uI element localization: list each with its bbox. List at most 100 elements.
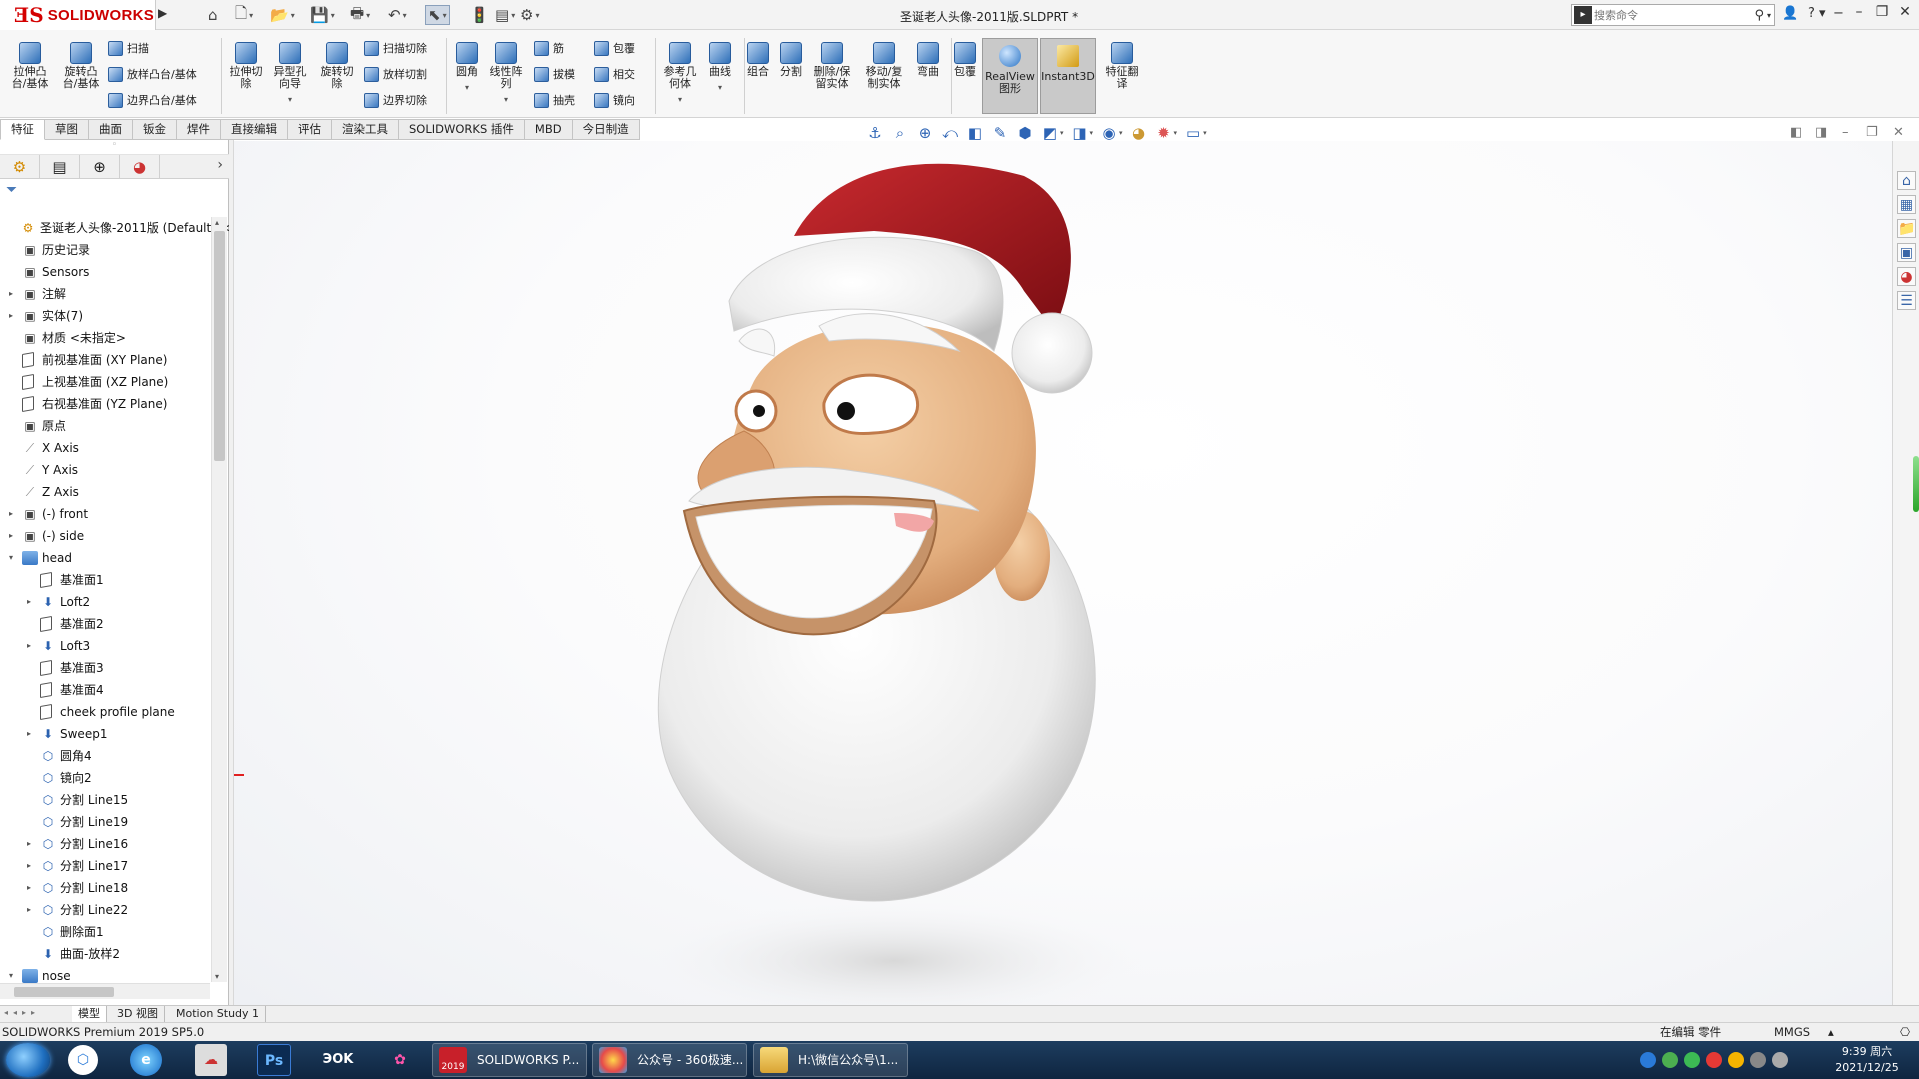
tree-node[interactable]: 基准面4 [0,679,210,701]
tree-node[interactable]: ▸ ▣ (-) side [0,525,210,547]
tree-node[interactable]: 基准面1 [0,569,210,591]
tab-5[interactable]: 直接编辑 [221,119,288,140]
taskbar-clock[interactable]: 9:39 周六 2021/12/25 [1822,1044,1912,1076]
tree-node[interactable]: ▣ Sensors [0,261,210,283]
tree-node[interactable]: ▸ ⬇ Loft3 [0,635,210,657]
scroll-up-icon[interactable]: ▴ [215,218,219,227]
view-settings-icon[interactable]: ✹ [1155,124,1173,142]
expand-toggle-icon[interactable]: ▸ [24,855,34,877]
tray-k-icon[interactable] [1640,1052,1656,1068]
chevron-down-icon[interactable]: ▾ [1767,11,1771,20]
pin-icon[interactable]: − [1833,6,1844,21]
view-palette-icon[interactable]: ▣ [1897,243,1916,262]
view-orientation-icon[interactable]: ⚓ [866,124,884,142]
tree-node[interactable]: 基准面3 [0,657,210,679]
custom-properties-icon[interactable]: ☰ [1897,291,1916,310]
tree-node[interactable]: 右视基准面 (YZ Plane) [0,393,210,415]
file-explorer-icon[interactable]: 📁 [1897,219,1916,238]
wrap-feature-button[interactable]: 包覆 [943,42,987,78]
minimize-icon[interactable]: – [1847,4,1871,24]
wrap-button[interactable]: 包覆 [594,39,635,57]
tree-node[interactable]: ⬡ 删除面1 [0,921,210,943]
tray-volume-icon[interactable] [1772,1052,1788,1068]
graphics-area[interactable] [234,141,1892,1005]
unit-system[interactable]: MMGS [1774,1023,1810,1041]
mirror-button[interactable]: 镜向 [594,91,635,109]
boundary-boss-button[interactable]: 边界凸台/基体 [108,91,197,109]
edit-appearance-icon[interactable]: ◉ [1100,124,1118,142]
realview-button[interactable]: RealView 图形 [982,38,1038,114]
expand-toggle-icon[interactable]: ▸ [6,305,16,327]
delete-keep-body-button[interactable]: 删除/保 留实体 [810,42,854,90]
menu-expand-arrow-icon[interactable]: ▶ [158,6,167,20]
tree-node[interactable]: ▸ ⬡ 分割 Line17 [0,855,210,877]
loft-boss-button[interactable]: 放样凸台/基体 [108,65,197,83]
tab-3d-view[interactable]: 3D 视图 [111,1006,165,1023]
hide-show-icon[interactable]: ◨ [1071,124,1089,142]
draft-button[interactable]: 拔模 [534,65,575,83]
user-icon[interactable]: 👤 [1782,6,1798,21]
split-button[interactable]: 分割 [769,42,813,78]
configuration-manager-tab-icon[interactable]: ⊕ [80,155,120,179]
expand-toggle-icon[interactable]: ▸ [24,591,34,613]
restore-icon[interactable]: ❐ [1870,4,1894,24]
tray-wechat-icon[interactable] [1662,1052,1678,1068]
revolve-boss-button[interactable]: 旋转凸 台/基体 [59,42,103,90]
previous-view-icon[interactable]: ⤺ [941,124,959,142]
help-icon[interactable]: ? ▾ [1808,6,1826,21]
tree-node[interactable]: ⬇ 曲面-放样2 [0,943,210,965]
tab-3[interactable]: 钣金 [133,119,177,140]
section-view-icon[interactable]: ◧ [966,124,984,142]
filter-icon[interactable]: ⏷ [6,182,17,198]
extrude-cut-button[interactable]: 拉伸切 除 [224,42,268,90]
tree-node[interactable]: ▸ ▣ (-) front [0,503,210,525]
open-icon[interactable]: 📂 ▾ [270,5,295,25]
tree-node[interactable]: ▸ ⬡ 分割 Line22 [0,899,210,921]
tray-network-icon[interactable] [1750,1052,1766,1068]
instant3d-button[interactable]: Instant3D [1040,38,1096,114]
tab-1[interactable]: 草图 [45,119,89,140]
search-commands[interactable]: ▸ ⚲ ▾ [1571,4,1775,26]
viewport-minimize-icon[interactable]: – [1842,125,1849,140]
reference-geometry-button[interactable]: 参考几 何体 ▾ [658,42,702,106]
tab-0[interactable]: 特征 [0,119,45,140]
lofted-cut-button[interactable]: 放样切割 [364,65,427,83]
dynamic-annotation-icon[interactable]: ✎ [991,124,1009,142]
tree-node[interactable]: ▸ ⬇ Sweep1 [0,723,210,745]
taskbar-app-explorer[interactable]: H:\微信公众号\1... [753,1043,908,1077]
chevron-right-icon[interactable]: › [217,157,223,173]
tab-6[interactable]: 评估 [288,119,332,140]
tree-node[interactable]: ▸ ⬡ 分割 Line18 [0,877,210,899]
viewport-restore-icon[interactable]: ❐ [1866,125,1878,140]
tree-node[interactable]: ⚙ 圣诞老人头像-2011版 (Default<< [0,217,232,239]
browser-e-icon[interactable]: e [130,1044,162,1076]
tab-4[interactable]: 焊件 [177,119,221,140]
display-style-icon[interactable]: ◩ [1041,124,1059,142]
view-cube-icon[interactable]: ⬢ [1016,124,1034,142]
tree-node[interactable]: ⟋ X Axis [0,437,210,459]
tab-8[interactable]: SOLIDWORKS 插件 [399,119,525,140]
tree-node[interactable]: ▣ 历史记录 [0,239,210,261]
tree-node[interactable]: ▾ head [0,547,210,569]
tab-2[interactable]: 曲面 [89,119,133,140]
panel-grip[interactable]: ◦ [0,140,229,155]
undo-icon[interactable]: ↶ ▾ [388,5,407,25]
display-monitor-icon[interactable]: ▭ [1184,124,1202,142]
tray-qq-icon[interactable] [1728,1052,1744,1068]
tree-node[interactable]: cheek profile plane [0,701,210,723]
select-icon[interactable]: ⬉ ▾ [425,5,450,25]
tile-right-icon[interactable]: ◨ [1815,125,1827,140]
print-icon[interactable]: 🖶 ▾ [350,4,370,25]
zoom-to-fit-icon[interactable]: ⌕ [891,124,909,142]
viewport-close-icon[interactable]: ✕ [1893,125,1904,140]
tree-node[interactable]: ▣ 原点 [0,415,210,437]
search-input[interactable] [1594,8,1755,22]
rib-button[interactable]: 筋 [534,39,564,57]
close-icon[interactable]: ✕ [1893,4,1917,24]
tree-node[interactable]: ▸ ▣ 注解 [0,283,210,305]
status-help-icon[interactable]: ⎔ [1900,1023,1910,1041]
display-manager-tab-icon[interactable]: ◕ [120,155,160,179]
hole-wizard-button[interactable]: 异型孔 向导 ▾ [268,42,312,106]
tree-node[interactable]: ▣ 材质 <未指定> [0,327,210,349]
solidworks-logo[interactable]: ƎS SOLIDWORKS [0,0,156,30]
